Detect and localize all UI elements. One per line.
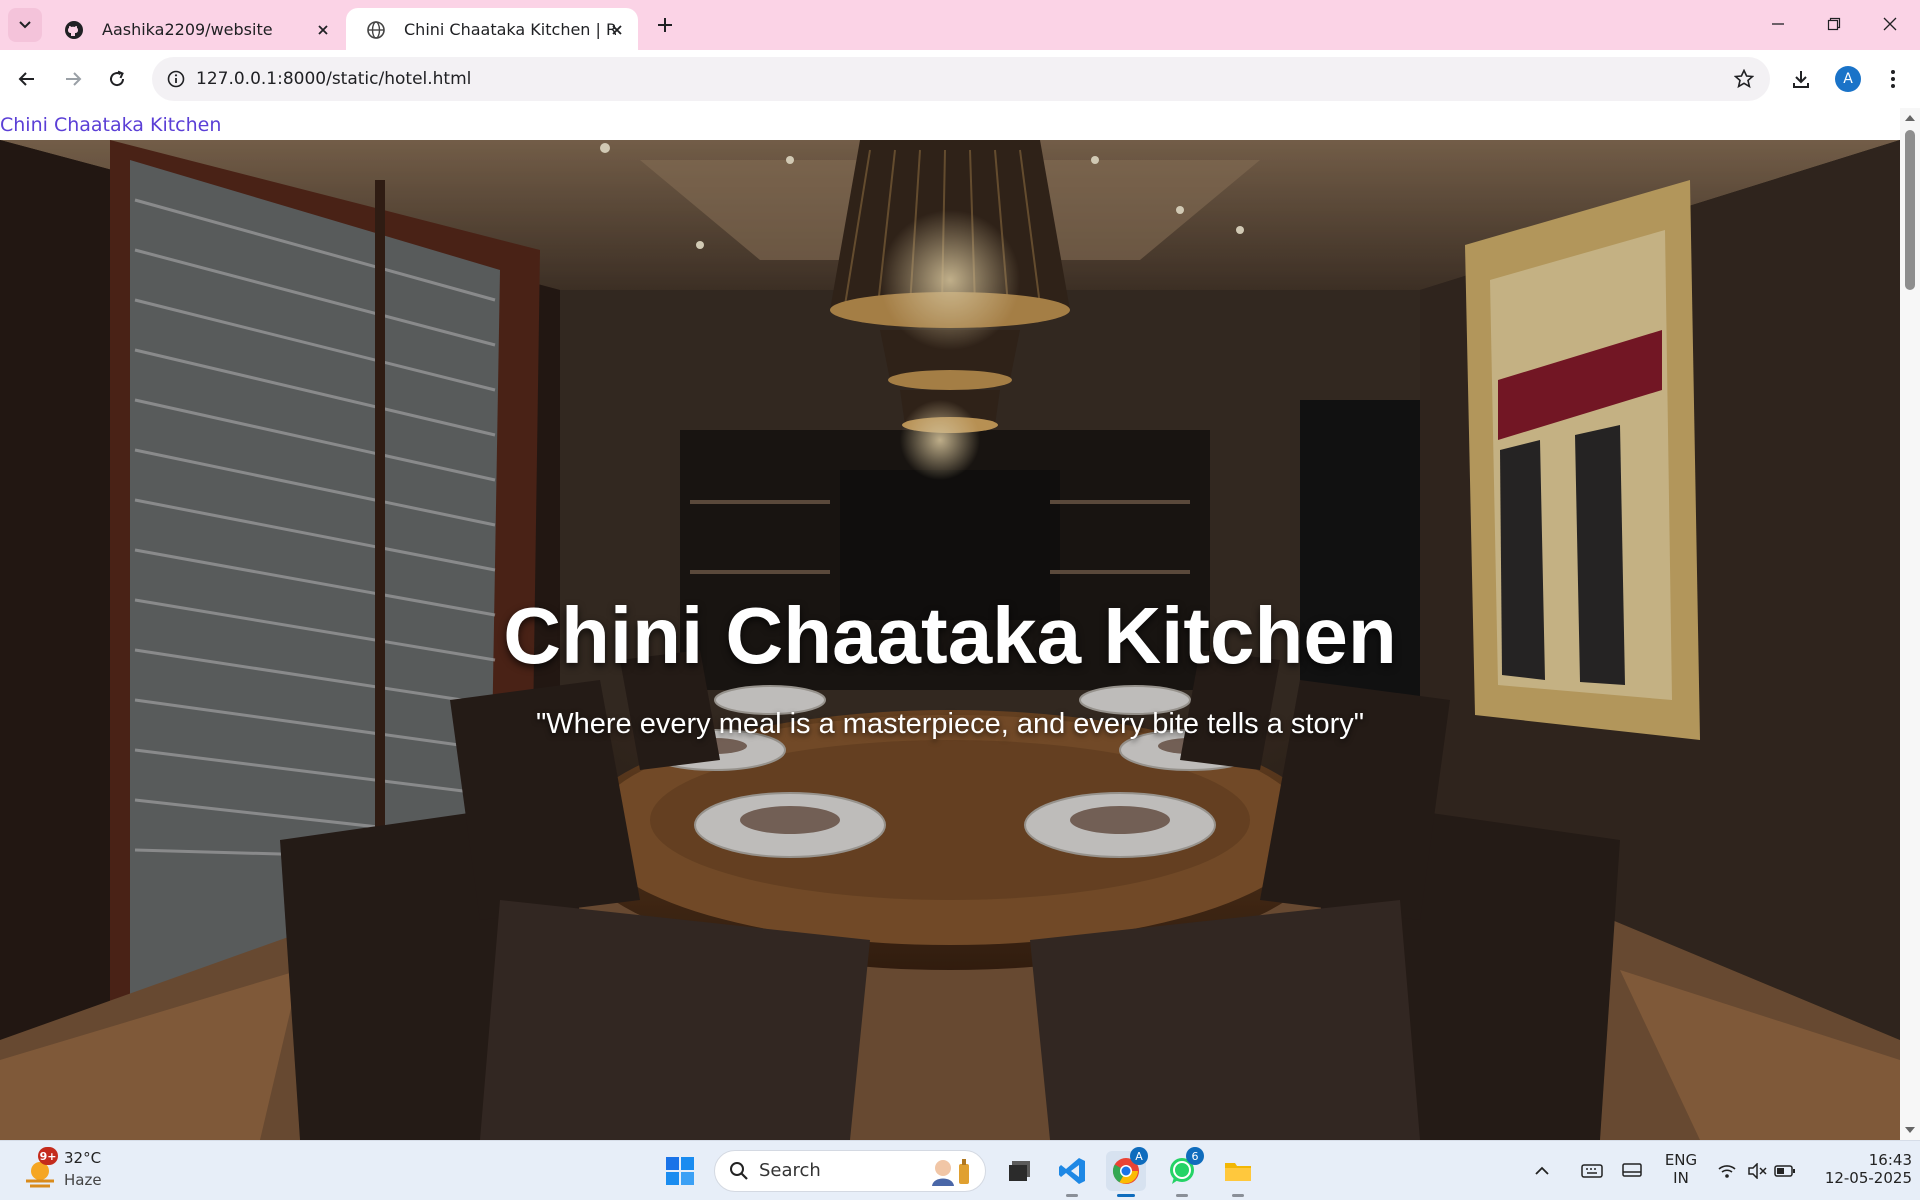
task-view-icon	[1009, 1161, 1030, 1181]
taskbar-search[interactable]: Search	[714, 1150, 986, 1192]
notification-badge: 9+	[38, 1147, 58, 1165]
close-window-button[interactable]	[1862, 0, 1918, 48]
site-info-icon[interactable]	[162, 65, 190, 93]
running-indicator	[1176, 1194, 1188, 1197]
file-explorer-app[interactable]	[1218, 1151, 1258, 1197]
profile-avatar[interactable]: A	[1835, 66, 1861, 92]
search-highlight-icon	[932, 1159, 969, 1186]
weather-condition: Haze	[64, 1171, 102, 1189]
clock-date: 12-05-2025	[1824, 1169, 1912, 1187]
start-button[interactable]	[660, 1151, 700, 1191]
search-label: Search	[759, 1160, 821, 1181]
volume-muted-icon	[1748, 1163, 1767, 1179]
page-viewport: Chini Chaataka Kitchen Chini Chaataka Ki…	[0, 108, 1900, 1140]
brand-link[interactable]: Chini Chaataka Kitchen	[0, 114, 221, 136]
keyboard-icon	[1581, 1164, 1603, 1178]
url-text[interactable]: 127.0.0.1:8000/static/hotel.html	[196, 57, 471, 101]
profile-badge: A	[1130, 1147, 1148, 1165]
clock-time: 16:43	[1868, 1151, 1912, 1169]
running-indicator	[1232, 1194, 1244, 1197]
tab-github[interactable]: Aashika2209/website	[44, 8, 344, 50]
tab-title: Chini Chaataka Kitchen | Restaurant	[404, 19, 616, 39]
task-view-button[interactable]	[1000, 1151, 1040, 1191]
close-icon	[1883, 17, 1897, 31]
running-indicator	[1117, 1194, 1135, 1197]
plus-icon	[658, 18, 672, 32]
weather-widget[interactable]: 9+ 32°C Haze	[20, 1147, 120, 1193]
wifi-icon	[1718, 1165, 1736, 1178]
language-indicator[interactable]: ENG IN	[1658, 1151, 1704, 1187]
clock[interactable]: 16:43 12-05-2025	[1808, 1151, 1912, 1187]
running-indicator	[1066, 1194, 1078, 1197]
windows-logo-icon	[666, 1157, 694, 1185]
back-button[interactable]	[8, 60, 46, 98]
menu-button[interactable]	[1874, 60, 1912, 98]
region-code: IN	[1673, 1169, 1689, 1187]
volume-button[interactable]	[1742, 1151, 1772, 1191]
touch-keyboard-button[interactable]	[1574, 1151, 1610, 1191]
downloads-button[interactable]	[1782, 60, 1820, 98]
hero-subtitle: "Where every meal is a masterpiece, and …	[535, 708, 1365, 740]
bookmark-star-icon[interactable]	[1730, 65, 1758, 93]
battery-icon	[1774, 1165, 1795, 1177]
github-icon	[65, 21, 83, 39]
restore-icon	[1827, 17, 1841, 31]
vscode-icon	[1059, 1158, 1085, 1184]
restore-button[interactable]	[1806, 0, 1862, 48]
hero-section: Chini Chaataka Kitchen "Where every meal…	[0, 140, 1900, 1140]
hero-title: Chini Chaataka Kitchen	[503, 591, 1397, 680]
weather-temperature: 32°C	[64, 1149, 102, 1167]
tab-restaurant[interactable]: Chini Chaataka Kitchen | Restaurant	[346, 8, 638, 50]
display-button[interactable]	[1614, 1151, 1650, 1191]
reload-icon	[110, 70, 125, 87]
scroll-up-arrow-icon[interactable]	[1904, 112, 1916, 124]
search-icon	[730, 1162, 748, 1180]
tab-strip: Aashika2209/website Chini Chaataka Kitch…	[0, 0, 1920, 50]
reload-button[interactable]	[98, 60, 136, 98]
show-hidden-icons-button[interactable]	[1532, 1151, 1552, 1191]
forward-button[interactable]	[54, 60, 92, 98]
battery-button[interactable]	[1770, 1151, 1800, 1191]
taskbar: 9+ 32°C Haze Search A 6 ENG IN 16:43 12-…	[0, 1140, 1920, 1200]
tab-title: Aashika2209/website	[102, 19, 273, 39]
scroll-down-arrow-icon[interactable]	[1904, 1124, 1916, 1136]
chevron-up-icon	[1535, 1166, 1549, 1175]
network-button[interactable]	[1712, 1151, 1742, 1191]
close-icon[interactable]	[312, 19, 334, 41]
folder-icon	[1225, 1163, 1251, 1181]
chevron-down-icon	[19, 21, 31, 29]
address-bar[interactable]: 127.0.0.1:8000/static/hotel.html	[152, 57, 1770, 101]
display-icon	[1622, 1163, 1642, 1177]
minimize-icon	[1772, 23, 1784, 25]
download-icon	[1793, 71, 1809, 88]
arrow-right-icon	[66, 72, 82, 86]
new-tab-button[interactable]	[650, 10, 680, 40]
arrow-left-icon	[18, 72, 34, 86]
close-icon[interactable]	[606, 19, 628, 41]
language-code: ENG	[1664, 1151, 1698, 1169]
minimize-button[interactable]	[1750, 0, 1806, 48]
unread-badge: 6	[1186, 1147, 1204, 1165]
globe-icon	[367, 21, 385, 39]
browser-toolbar: 127.0.0.1:8000/static/hotel.html	[0, 50, 1920, 108]
more-vertical-icon	[1891, 70, 1895, 88]
vscode-app[interactable]	[1052, 1151, 1092, 1197]
scrollbar-thumb[interactable]	[1905, 130, 1915, 290]
page-scrollbar[interactable]	[1900, 108, 1920, 1140]
tab-search-button[interactable]	[8, 8, 42, 42]
whatsapp-app[interactable]: 6	[1162, 1147, 1204, 1197]
chrome-app[interactable]: A	[1106, 1147, 1148, 1197]
